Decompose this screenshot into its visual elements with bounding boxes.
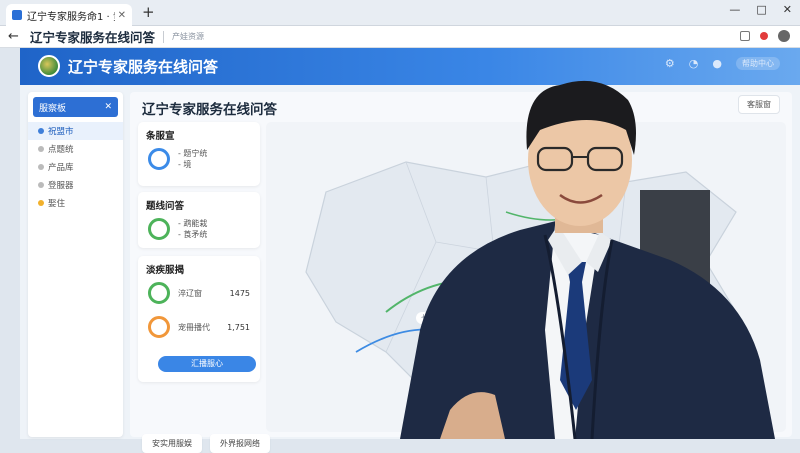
presenter-video-overlay	[400, 80, 775, 439]
